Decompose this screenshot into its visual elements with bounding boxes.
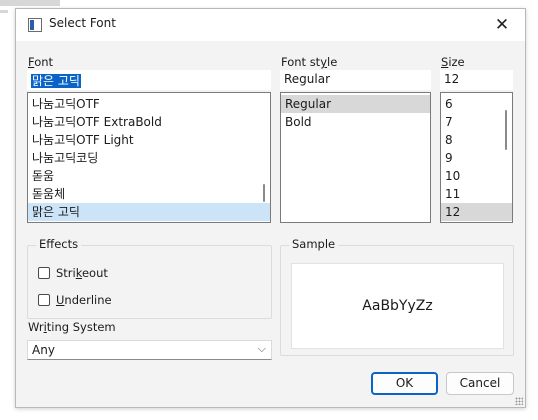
writing-system-label: Writing System [28,320,116,334]
writing-system-dropdown[interactable]: Any ⌵ [27,340,272,360]
cancel-button[interactable]: Cancel [446,372,514,395]
strikeout-label: Strikeout [56,266,108,280]
strikeout-checkbox-box[interactable] [38,267,50,279]
effects-group: Effects Strikeout Underline [27,237,272,319]
font-name-input[interactable]: 맑은 고딕 [27,70,271,90]
font-list[interactable]: 나눔고딕OTF 나눔고딕OTF ExtraBold 나눔고딕OTF Light … [27,92,271,223]
underline-checkbox-box[interactable] [38,294,50,306]
sample-group-title: Sample [289,237,339,251]
close-icon: ✕ [494,15,510,35]
close-button[interactable]: ✕ [481,9,523,41]
font-style-list[interactable]: Regular Bold [280,92,431,223]
font-style-list-item[interactable]: Regular [281,95,430,113]
size-list-item[interactable]: 12 [441,203,512,221]
size-list-item[interactable]: 7 [441,113,512,131]
font-list-item[interactable]: 맑은 고딕 [28,203,270,221]
underline-label: Underline [56,293,112,307]
title-bar: Select Font ✕ [16,9,525,41]
font-style-value: Regular [284,72,331,86]
sample-group: Sample AaBbYyZz [280,237,514,356]
font-label: Font [28,55,54,69]
font-list-item[interactable]: 나눔고딕코딩 [28,149,270,167]
font-name-value: 맑은 고딕 [31,74,81,88]
writing-system-value: Any [32,343,55,357]
font-list-item[interactable]: 나눔고딕OTF Light [28,131,270,149]
size-list-item[interactable]: 11 [441,185,512,203]
size-list-item[interactable]: 9 [441,149,512,167]
size-input[interactable]: 12 [440,70,513,90]
window-title: Select Font [49,16,116,30]
background-mark [0,10,8,13]
size-list-item[interactable]: 10 [441,167,512,185]
sample-text: AaBbYyZz [362,298,433,314]
font-style-label: Font style [281,55,338,69]
select-font-dialog: Select Font ✕ Font 맑은 고딕 나눔고딕OTF 나눔고딕OTF… [15,8,526,408]
size-list-scroll-thumb[interactable] [505,110,507,150]
underline-checkbox[interactable]: Underline [38,292,112,308]
effects-group-title: Effects [36,237,82,251]
font-style-input[interactable]: Regular [280,70,431,90]
size-list-item[interactable]: 6 [441,95,512,113]
font-list-scroll-thumb[interactable] [263,184,265,202]
size-list-item[interactable]: 8 [441,131,512,149]
chevron-down-icon: ⌵ [257,342,266,355]
background-mark [0,0,60,6]
strikeout-checkbox[interactable]: Strikeout [38,265,108,281]
size-list[interactable]: 6 7 8 9 10 11 12 [440,92,513,223]
font-style-list-item[interactable]: Bold [281,113,430,131]
font-list-item[interactable]: 돋움 [28,167,270,185]
font-list-item[interactable]: 나눔고딕OTF ExtraBold [28,113,270,131]
ok-button[interactable]: OK [371,372,438,395]
size-value: 12 [444,72,460,86]
sample-preview: AaBbYyZz [291,263,504,349]
font-list-item[interactable]: 돋움체 [28,185,270,203]
window-app-icon [28,18,42,32]
font-list-item[interactable]: 나눔고딕OTF [28,95,270,113]
size-label: Size [441,55,465,69]
resize-grip-icon[interactable] [515,397,523,405]
